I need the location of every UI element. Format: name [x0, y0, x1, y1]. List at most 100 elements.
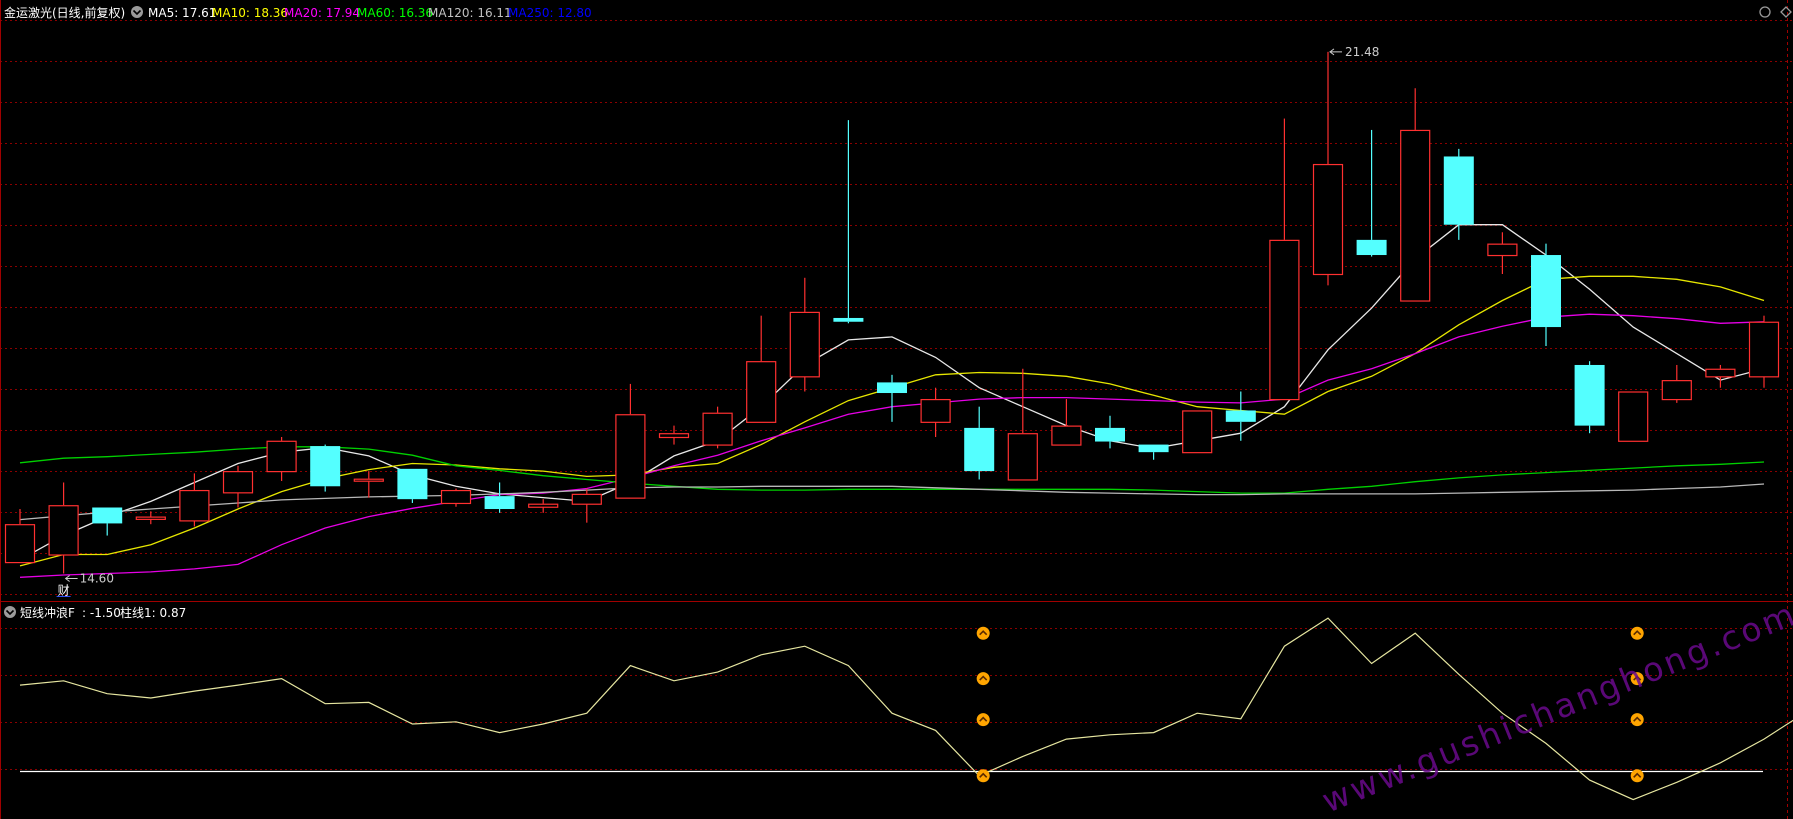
- candle-body: [1225, 410, 1256, 422]
- candle[interactable]: [135, 511, 166, 525]
- candle-body: [920, 398, 951, 423]
- candle[interactable]: [1356, 129, 1387, 257]
- candle[interactable]: [658, 425, 690, 445]
- candle[interactable]: [484, 482, 515, 513]
- candle[interactable]: [1748, 315, 1780, 388]
- low-price-label: 14.60: [80, 571, 114, 585]
- dropdown-icon[interactable]: [131, 6, 143, 18]
- signal-dot: [976, 672, 990, 686]
- candle[interactable]: [1269, 118, 1300, 401]
- candle-body: [1618, 391, 1649, 442]
- candle-body: [658, 433, 690, 439]
- finance-marker[interactable]: 财: [58, 583, 70, 597]
- candle-body: [833, 317, 864, 322]
- signal-dot: [976, 713, 990, 727]
- candle-body: [222, 471, 254, 494]
- indicator-bar-value: 柱线1: 0.87: [120, 605, 186, 620]
- annotations: 21.48 14.60 财: [56, 45, 1379, 597]
- candle-body: [1095, 427, 1125, 442]
- candle[interactable]: [353, 471, 384, 498]
- candle-body: [746, 361, 777, 423]
- candle[interactable]: [179, 473, 210, 527]
- candle[interactable]: [1487, 232, 1518, 274]
- candle-body: [1748, 321, 1780, 378]
- candle-body: [1356, 239, 1387, 256]
- candle[interactable]: [571, 488, 602, 523]
- candle[interactable]: [1705, 364, 1736, 388]
- candle[interactable]: [222, 465, 254, 508]
- diamond-icon[interactable]: [1780, 6, 1792, 18]
- candle[interactable]: [615, 383, 646, 499]
- candle[interactable]: [1182, 410, 1213, 454]
- window-circle-icon[interactable]: [1759, 6, 1771, 18]
- candle-body: [48, 505, 79, 556]
- candle-body: [135, 516, 166, 520]
- buy-signal-icon: [976, 672, 990, 686]
- candle-body: [266, 440, 297, 473]
- candle-body: [615, 414, 646, 499]
- candle-body: [179, 489, 210, 522]
- signal-dot: [976, 769, 990, 783]
- watermark: www.gushichanghong.com: [1316, 594, 1793, 819]
- candle-body: [1443, 156, 1474, 225]
- candle[interactable]: [4, 509, 36, 564]
- ma-legend: MA5: 17.61MA10: 18.36MA20: 17.94MA60: 16…: [148, 6, 592, 20]
- candle[interactable]: [310, 444, 341, 492]
- ma-legend-item: MA60: 16.36: [357, 6, 433, 20]
- candle-body: [877, 382, 907, 394]
- buy-signal-icon: [976, 713, 990, 727]
- candle[interactable]: [48, 482, 79, 574]
- buy-signal-icon: [1630, 626, 1644, 640]
- high-arrow-icon: [1329, 48, 1342, 56]
- candle-body: [964, 427, 995, 472]
- buy-signal-icon: [1630, 713, 1644, 727]
- candle[interactable]: [1138, 444, 1169, 460]
- signal-dot: [1630, 626, 1644, 640]
- candle-body: [702, 412, 733, 446]
- candle[interactable]: [1095, 415, 1125, 449]
- candle[interactable]: [397, 468, 428, 503]
- candle[interactable]: [528, 499, 559, 513]
- indicator-header: 短线冲浪F : -1.50 柱线1: 0.87: [4, 605, 186, 620]
- candle[interactable]: [1312, 51, 1344, 286]
- candle[interactable]: [920, 387, 951, 437]
- candle[interactable]: [1618, 391, 1649, 442]
- candle[interactable]: [746, 315, 777, 423]
- candle[interactable]: [702, 406, 733, 449]
- candle[interactable]: [440, 488, 472, 507]
- candle[interactable]: [1007, 368, 1038, 481]
- candle[interactable]: [833, 120, 864, 324]
- candle[interactable]: [1051, 399, 1082, 446]
- candle-body: [528, 503, 559, 508]
- candle-body: [1574, 364, 1605, 426]
- candle-body: [1487, 243, 1518, 257]
- candle[interactable]: [92, 507, 123, 536]
- candle-body: [571, 493, 602, 505]
- grid-lines: [0, 0, 1793, 819]
- chart-canvas[interactable]: 21.48 14.60 财 www.gushichanghong.com 金运激…: [0, 0, 1793, 819]
- candle[interactable]: [789, 277, 820, 392]
- candle-body: [1661, 380, 1692, 401]
- buy-signal-icon: [1630, 769, 1644, 783]
- candle[interactable]: [1400, 88, 1431, 302]
- ma-legend-item: MA250: 12.80: [508, 6, 592, 20]
- candle-body: [1269, 239, 1300, 401]
- candle[interactable]: [266, 436, 297, 481]
- candle[interactable]: [1531, 243, 1561, 347]
- candle-body: [310, 446, 341, 487]
- candle-body: [1400, 129, 1431, 302]
- candle-body: [1138, 444, 1169, 453]
- candle[interactable]: [964, 406, 995, 480]
- candle-body: [1051, 425, 1082, 446]
- candle[interactable]: [1225, 391, 1256, 441]
- signal-dot: [976, 626, 990, 640]
- candle-body: [1705, 368, 1736, 378]
- candle[interactable]: [1443, 148, 1474, 240]
- candle[interactable]: [1661, 364, 1692, 403]
- candle[interactable]: [877, 374, 907, 422]
- buy-signal-icon: [976, 626, 990, 640]
- candle[interactable]: [1574, 361, 1605, 434]
- indicator-value: : -1.50: [82, 606, 121, 620]
- candle-body: [440, 489, 472, 505]
- indicator-dropdown-icon[interactable]: [4, 606, 16, 618]
